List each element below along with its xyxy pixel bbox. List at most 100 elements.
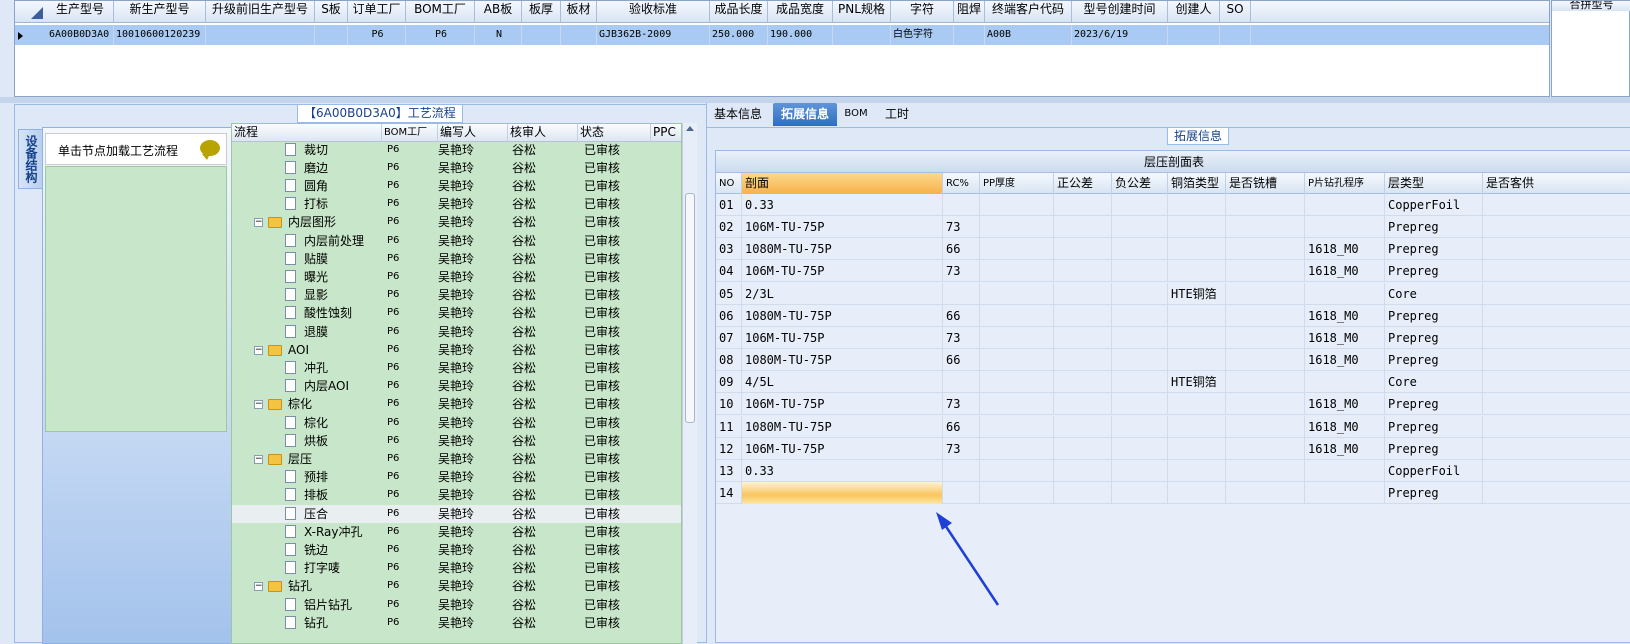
stackup-cell[interactable] <box>1112 349 1168 372</box>
stackup-cell[interactable] <box>1112 238 1168 261</box>
tree-row[interactable]: 钻孔 P6 吴艳玲 谷松 已审核 <box>232 614 681 632</box>
stackup-cell[interactable] <box>980 459 1054 482</box>
stackup-cell[interactable]: 0.33 <box>742 194 943 216</box>
stackup-cell[interactable] <box>1054 349 1112 372</box>
stackup-row[interactable]: 04 106M-TU-75P 73 1618_M0 Prepreg <box>716 260 1630 283</box>
stackup-cell[interactable]: 0.33 <box>742 459 943 482</box>
stackup-cell[interactable]: 4/5L <box>742 371 943 394</box>
stackup-cell[interactable]: 66 <box>943 238 980 261</box>
stackup-cell[interactable] <box>980 194 1054 216</box>
stackup-cell[interactable] <box>1112 371 1168 394</box>
stackup-row[interactable]: 02 106M-TU-75P 73 Prepreg <box>716 216 1630 239</box>
stackup-cell[interactable] <box>1305 371 1385 394</box>
process-flow-tree[interactable]: 流程 BOM工厂 编写人 核审人 状态 PPC 裁切 P6 吴艳玲 谷松 已审核 磨边 P6 吴艳玲 谷松… <box>231 123 682 644</box>
top-cell[interactable]: 2023/6/19 <box>1072 25 1168 45</box>
stackup-cell[interactable] <box>943 282 980 305</box>
stackup-cell[interactable]: 03 <box>716 238 742 261</box>
top-col-header[interactable]: PNL规格 <box>833 1 891 23</box>
stackup-cell[interactable] <box>1483 482 1630 504</box>
stackup-cell[interactable] <box>1112 326 1168 349</box>
stackup-cell[interactable]: 2/3L <box>742 282 943 305</box>
top-col-header[interactable]: BOM工厂 <box>406 1 475 23</box>
stackup-cell[interactable]: 07 <box>716 326 742 349</box>
tree-folder-row[interactable]: − 钻孔 P6 吴艳玲 谷松 已审核 <box>232 577 681 595</box>
stackup-cell[interactable] <box>1226 304 1305 327</box>
stackup-cell[interactable] <box>1226 459 1305 482</box>
tree-col-header[interactable]: BOM工厂 <box>382 124 438 142</box>
top-cell[interactable]: 10010600120239 <box>114 25 206 45</box>
stackup-cell[interactable]: 08 <box>716 349 742 372</box>
tree-folder-row[interactable]: − 层压 P6 吴艳玲 谷松 已审核 <box>232 450 681 468</box>
stackup-cell[interactable] <box>1112 194 1168 216</box>
stackup-cell[interactable]: CopperFoil <box>1385 459 1483 482</box>
stackup-cell[interactable]: Core <box>1385 371 1483 394</box>
stackup-col-header[interactable]: 层类型 <box>1385 173 1483 194</box>
stackup-cell[interactable] <box>1112 282 1168 305</box>
stackup-cell[interactable] <box>1054 481 1112 504</box>
stackup-cell[interactable] <box>1112 260 1168 283</box>
top-col-header[interactable]: 升级前旧生产型号 <box>206 1 315 23</box>
stackup-cell[interactable] <box>1483 260 1630 282</box>
stackup-cell[interactable] <box>1054 304 1112 327</box>
stackup-cell[interactable] <box>1226 415 1305 438</box>
stackup-cell[interactable]: Prepreg <box>1385 437 1483 460</box>
tree-row[interactable]: 内层AOI P6 吴艳玲 谷松 已审核 <box>232 377 681 395</box>
stackup-cell[interactable] <box>1483 371 1630 393</box>
stackup-cell[interactable]: 1618_M0 <box>1305 393 1385 416</box>
stackup-cell[interactable]: 73 <box>943 393 980 416</box>
stackup-cell[interactable]: 1618_M0 <box>1305 326 1385 349</box>
stackup-cell[interactable] <box>1168 326 1226 349</box>
stackup-cell[interactable]: 05 <box>716 282 742 305</box>
stackup-cell[interactable]: CopperFoil <box>1385 194 1483 216</box>
top-grid-row-selected[interactable]: 6A00B0D3A0 10010600120239 P6 P6 N GJB362B-200… <box>15 25 1549 45</box>
top-cell[interactable] <box>315 25 348 45</box>
top-col-header[interactable]: 成品长度 <box>710 1 768 23</box>
stackup-row[interactable]: 14 Prepreg <box>716 481 1630 504</box>
top-product-grid[interactable]: 生产型号 新生产型号 升级前旧生产型号 S板 订单工厂 BOM工厂 AB板 板厚 板材 验收标准成… <box>14 0 1550 97</box>
tree-col-header[interactable]: 编写人 <box>438 124 508 142</box>
tree-row[interactable]: 冲孔 P6 吴艳玲 谷松 已审核 <box>232 359 681 377</box>
stackup-cell[interactable] <box>1112 481 1168 504</box>
tree-row[interactable]: 退膜 P6 吴艳玲 谷松 已审核 <box>232 323 681 341</box>
stackup-cell[interactable] <box>1054 459 1112 482</box>
top-col-header[interactable]: 终端客户代码 <box>985 1 1072 23</box>
stackup-cell[interactable] <box>1305 194 1385 216</box>
stackup-cell[interactable]: Core <box>1385 282 1483 305</box>
stackup-col-header[interactable]: PP厚度 <box>980 173 1054 194</box>
tree-row[interactable]: 打标 P6 吴艳玲 谷松 已审核 <box>232 195 681 213</box>
top-col-header[interactable]: 板材 <box>561 1 597 23</box>
stackup-cell[interactable]: 09 <box>716 371 742 394</box>
collapse-icon[interactable]: − <box>254 218 263 228</box>
stackup-cell[interactable]: 106M-TU-75P <box>742 260 943 283</box>
stackup-cell[interactable] <box>943 481 980 504</box>
stackup-cell[interactable] <box>980 437 1054 460</box>
stackup-cell[interactable] <box>1168 415 1226 438</box>
stackup-cell[interactable] <box>1483 283 1630 305</box>
stackup-edit-cell[interactable] <box>742 481 943 504</box>
stackup-cell[interactable]: 106M-TU-75P <box>742 216 943 239</box>
stackup-cell[interactable] <box>1112 459 1168 482</box>
tree-row[interactable]: 显影 P6 吴艳玲 谷松 已审核 <box>232 286 681 304</box>
stackup-cell[interactable] <box>1305 459 1385 482</box>
tree-row[interactable]: 酸性蚀刻 P6 吴艳玲 谷松 已审核 <box>232 304 681 322</box>
top-cell[interactable]: 白色字符 <box>891 25 954 45</box>
stackup-cell[interactable] <box>1054 393 1112 416</box>
stackup-cell[interactable] <box>1483 194 1630 216</box>
tree-folder-row[interactable]: − AOI P6 吴艳玲 谷松 已审核 <box>232 341 681 359</box>
stackup-cell[interactable] <box>1054 415 1112 438</box>
stackup-cell[interactable] <box>1168 481 1226 504</box>
stackup-row[interactable]: 03 1080M-TU-75P 66 1618_M0 Prepreg <box>716 238 1630 261</box>
stackup-cell[interactable]: 14 <box>716 481 742 504</box>
tab-basic-info[interactable]: 基本信息 <box>707 103 769 126</box>
tree-col-header[interactable]: 流程 <box>232 124 382 142</box>
top-cell[interactable]: A00B <box>985 25 1072 45</box>
stackup-cell[interactable] <box>1112 437 1168 460</box>
stackup-cell[interactable] <box>1168 349 1226 372</box>
stackup-cell[interactable] <box>1112 415 1168 438</box>
stackup-cell[interactable] <box>1483 349 1630 371</box>
stackup-cell[interactable]: 1080M-TU-75P <box>742 349 943 372</box>
tree-row[interactable]: 打字唛 P6 吴艳玲 谷松 已审核 <box>232 559 681 577</box>
stackup-row[interactable]: 12 106M-TU-75P 73 1618_M0 Prepreg <box>716 437 1630 460</box>
stackup-cell[interactable] <box>1168 260 1226 283</box>
stackup-cell[interactable] <box>1168 304 1226 327</box>
